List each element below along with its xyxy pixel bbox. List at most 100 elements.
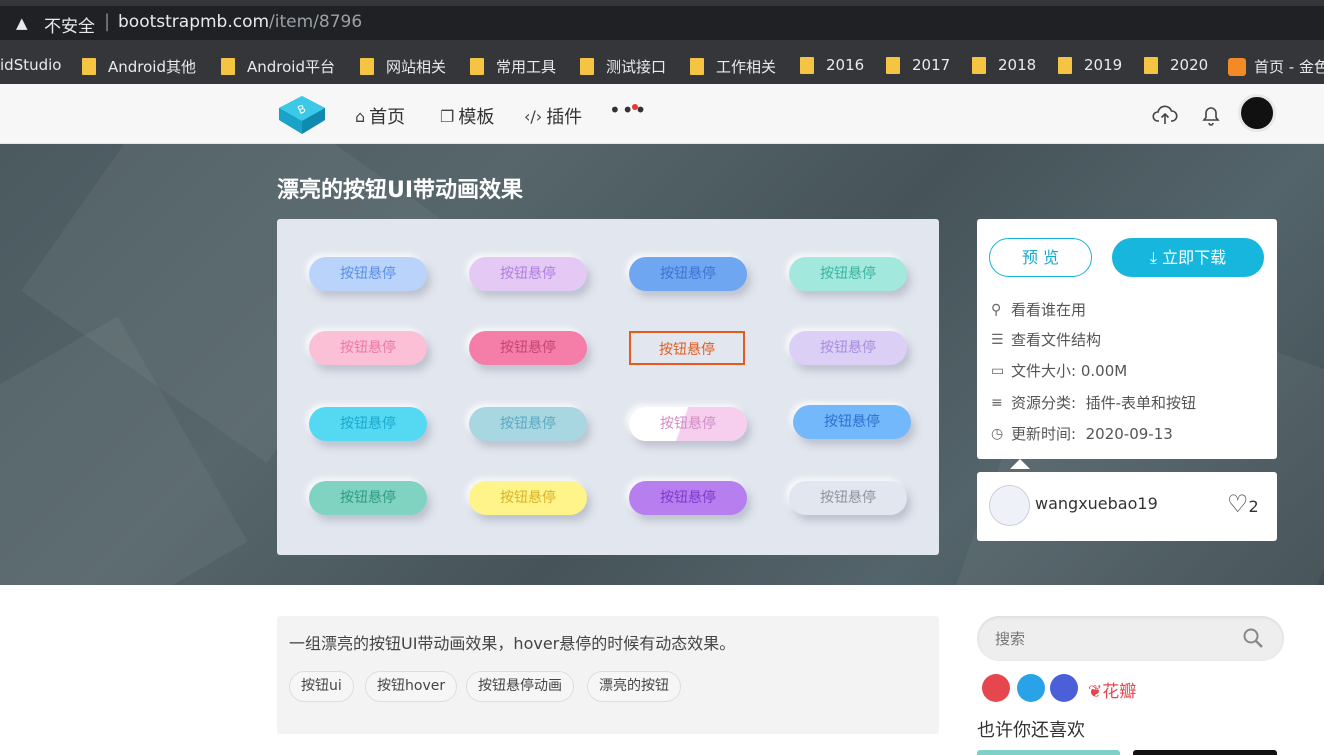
info-label: 查看文件结构 [1011,331,1102,349]
tag-chip[interactable]: 漂亮的按钮 [587,671,681,702]
clock-icon: ◷ [991,425,1004,442]
tag-chip[interactable]: 按钮hover [365,671,458,702]
demo-button[interactable]: 按钮悬停 [309,257,427,291]
warning-icon[interactable]: ▲ [16,14,28,32]
bookmark-label: 2018 [998,56,1037,74]
author-name[interactable]: wangxuebao19 [1035,494,1158,513]
preview-button[interactable]: 预 览 [989,238,1092,277]
nav-label: 插件 [546,107,583,128]
file-structure-link[interactable]: ☰ 查看文件结构 [991,329,1101,350]
bookmarks-bar: idStudio Android其他 Android平台 网站相关 常用工具 测… [0,46,1324,84]
may-like-heading: 也许你还喜欢 [977,720,1085,741]
bookmark-item[interactable]: 首页 - 金色 [1228,56,1324,77]
site-favicon-icon [1228,57,1246,76]
bookmark-label: 2017 [912,56,951,74]
demo-button[interactable]: 按钮悬停 [469,481,587,515]
who-uses-link[interactable]: ⚲ 看看谁在用 [991,299,1086,320]
info-label: 看看谁在用 [1011,301,1087,319]
huaban-share-link[interactable]: ❦花瓣 [1088,677,1136,702]
huaban-label: 花瓣 [1102,682,1137,702]
nav-templates[interactable]: ❐ 模板 [440,103,494,129]
heart-icon: ♡ [1227,490,1249,518]
user-avatar[interactable] [1238,94,1276,132]
download-panel: 预 览 ⤓ 立即下载 ⚲ 看看谁在用 ☰ 查看文件结构 ▭ 文件大小: 0.00M ≡… [977,219,1277,459]
updated-row: ◷ 更新时间: 2020-09-13 [991,423,1173,444]
demo-button[interactable]: 按钮悬停 [469,331,587,365]
more-menu-button[interactable]: ••• [609,98,647,122]
description-text: 一组漂亮的按钮UI带动画效果，hover悬停的时候有动态效果。 [289,634,736,653]
hero-section: 漂亮的按钮UI带动画效果 按钮悬停 按钮悬停 按钮悬停 按钮悬停 按钮悬停 按钮… [0,144,1324,585]
demo-button[interactable]: 按钮悬停 [629,331,745,365]
bookmark-folder[interactable]: 2020 [1144,56,1208,74]
folder-icon [1144,56,1158,74]
search-icon[interactable] [1241,626,1265,650]
bookmark-folder[interactable]: 网站相关 [360,56,446,77]
category-value[interactable]: 插件-表单和按钮 [1086,392,1196,413]
url-text[interactable]: bootstrapmb.com/item/8796 [118,12,362,32]
bookmark-label: 2016 [826,56,865,74]
demo-button[interactable]: 按钮悬停 [789,331,907,365]
bookmark-label: 工作相关 [716,58,777,76]
nav-home[interactable]: ⌂ 首页 [355,103,405,129]
bookmark-label: 2020 [1170,56,1209,74]
bookmark-folder[interactable]: 2017 [886,56,950,74]
upload-icon[interactable] [1152,102,1178,128]
weibo-icon[interactable] [982,674,1010,702]
bookmark-label: Android平台 [247,58,335,76]
folder-icon [221,58,235,75]
folder-icon [972,56,986,74]
nav-plugins[interactable]: ‹/› 插件 [524,103,582,129]
demo-button[interactable]: 按钮悬停 [793,405,911,439]
bookmark-folder[interactable]: 测试接口 [580,56,666,77]
bookmark-folder[interactable]: 工作相关 [690,56,776,77]
demo-button[interactable]: 按钮悬停 [309,481,427,515]
download-button[interactable]: ⤓ 立即下载 [1112,238,1264,277]
demo-button[interactable]: 按钮悬停 [789,257,907,291]
like-button[interactable]: ♡2 [1227,490,1259,518]
tag-chip[interactable]: 按钮悬停动画 [466,671,574,702]
site-header: B ⌂ 首页 ❐ 模板 ‹/› 插件 ••• [0,84,1324,144]
structure-icon: ☰ [991,331,1004,348]
bookmark-label: 常用工具 [496,58,557,76]
bookmark-folder[interactable]: Android平台 [221,56,335,77]
bookmark-item[interactable]: idStudio [0,56,61,74]
bookmark-folder[interactable]: 2019 [1058,56,1122,74]
recommend-thumbnail[interactable] [977,750,1120,755]
bookmark-label: idStudio [0,56,62,74]
nav-label: 首页 [369,107,406,128]
file-size-value: 0.00M [1080,361,1128,380]
description-box: 一组漂亮的按钮UI带动画效果，hover悬停的时候有动态效果。 按钮ui 按钮h… [277,616,939,734]
recommend-thumbnail[interactable] [1133,750,1277,755]
qq-icon[interactable] [1017,674,1045,702]
bookmark-folder[interactable]: Android其他 [82,56,196,77]
file-size-row: ▭ 文件大小: 0.00M [991,360,1127,381]
home-icon: ⌂ [355,106,366,126]
bookmark-label: Android其他 [108,58,196,76]
bookmark-folder[interactable]: 常用工具 [470,56,556,77]
demo-preview[interactable]: 按钮悬停 按钮悬停 按钮悬停 按钮悬停 按钮悬停 按钮悬停 按钮悬停 按钮悬停 … [277,219,939,555]
demo-button[interactable]: 按钮悬停 [469,407,587,441]
bookmark-folder[interactable]: 2016 [800,56,864,74]
baidu-icon[interactable] [1050,674,1078,702]
info-label: 文件大小: [1011,362,1077,380]
demo-button[interactable]: 按钮悬停 [789,481,907,515]
demo-button[interactable]: 按钮悬停 [469,257,587,291]
huaban-icon: ❦ [1088,682,1103,702]
url-separator: | [104,11,111,32]
search-input[interactable] [995,628,1235,650]
folder-icon [690,58,704,75]
demo-button[interactable]: 按钮悬停 [629,481,747,515]
demo-button[interactable]: 按钮悬停 [629,257,747,291]
folder-icon [580,58,594,75]
demo-button[interactable]: 按钮悬停 [309,407,427,441]
folder-icon [360,58,374,75]
tag-chip[interactable]: 按钮ui [289,671,354,702]
author-avatar[interactable] [989,485,1030,526]
bookmark-folder[interactable]: 2018 [972,56,1036,74]
insecure-label[interactable]: 不安全 [44,12,95,37]
site-logo-icon[interactable]: B [277,94,327,136]
demo-button[interactable]: 按钮悬停 [309,331,427,365]
folder-icon [886,56,900,74]
demo-button[interactable]: 按钮悬停 [629,407,747,441]
bell-icon[interactable] [1198,102,1224,128]
